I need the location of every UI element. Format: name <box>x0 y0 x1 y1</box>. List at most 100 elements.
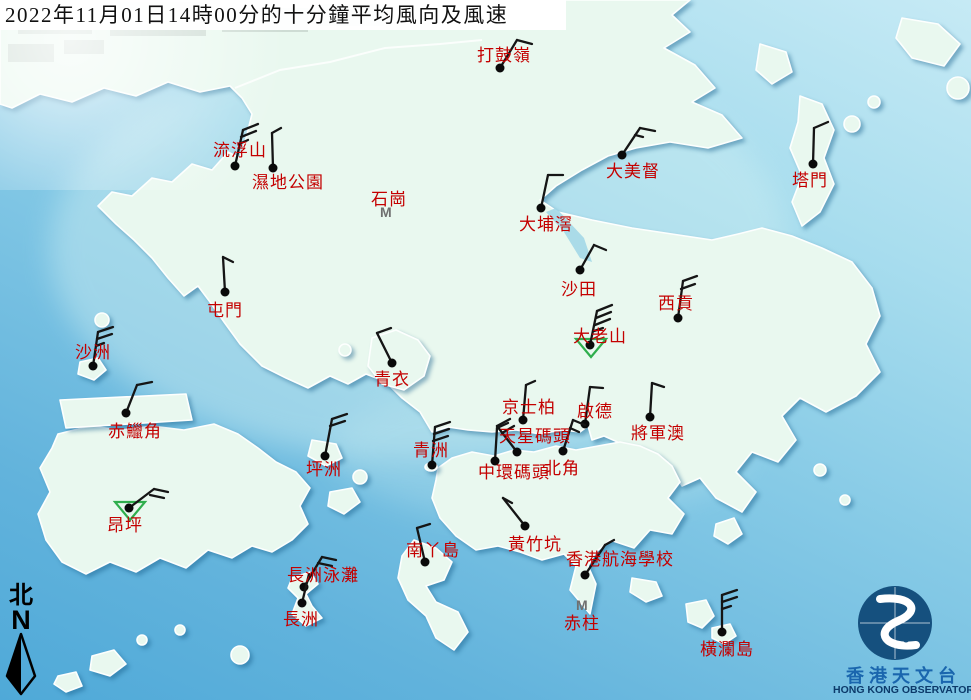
wind-barb-tick <box>332 414 347 419</box>
station-dot <box>298 599 307 608</box>
station-dot <box>581 571 590 580</box>
wind-barb-tick <box>526 381 535 385</box>
wind-barb-tick <box>590 387 603 388</box>
wind-barb-staff <box>622 128 640 155</box>
station-dot <box>428 461 437 470</box>
wind-barb-tick <box>435 422 450 427</box>
title-bar: 2022年11月01日14時00分的十分鐘平均風向及風速 <box>0 0 566 30</box>
station-label: 赤鱲角 <box>108 423 162 440</box>
station-label: 濕地公園 <box>252 174 324 191</box>
wind-stations-layer <box>0 0 971 700</box>
wind-barb-tick <box>434 429 449 434</box>
wind-barb-staff <box>272 133 273 168</box>
wind-barb-tick <box>605 540 614 545</box>
wind-barb-tick <box>594 245 606 250</box>
wind-barb-tick <box>223 257 233 262</box>
wind-map-canvas: 流浮山濕地公園 打鼓嶺大美督塔門大埔滘 M 石崗沙田西貢大老山 屯門沙洲赤鱲角 青衣青洲坪… <box>0 0 971 700</box>
station-label: 長洲泳灘 <box>287 567 359 584</box>
wind-barb-tick <box>517 40 532 44</box>
wind-barb-tick <box>150 495 164 498</box>
station-dot <box>718 628 727 637</box>
wind-barb-tick <box>154 489 168 492</box>
north-arrow-icon <box>4 632 38 696</box>
wind-barb-tick <box>595 319 610 325</box>
station-dot <box>674 314 683 323</box>
compass-n-letter: N <box>4 608 38 632</box>
wind-barb-tick <box>243 124 258 130</box>
wind-barb-tick <box>272 128 281 133</box>
station-label: 流浮山 <box>213 142 267 159</box>
wind-barb-staff <box>126 385 137 413</box>
wind-barb-staff <box>813 128 814 164</box>
station-label: 香港航海學校 <box>566 551 674 568</box>
station-dot <box>269 164 278 173</box>
station-label: 西貢 <box>658 295 694 312</box>
wind-barb-tick <box>98 327 113 332</box>
wind-barb-staff <box>503 498 525 526</box>
station-dot <box>618 151 627 160</box>
wind-barb-tick <box>570 428 579 432</box>
missing-data-marker: M <box>576 598 588 612</box>
wind-barb-tick <box>814 122 828 128</box>
station-dot <box>122 409 131 418</box>
station-label: 沙田 <box>561 281 597 298</box>
wind-barb-tick <box>597 305 612 311</box>
station-label: 沙洲 <box>75 344 111 361</box>
station-label: 大老山 <box>573 328 627 345</box>
station-dot <box>513 448 522 457</box>
wind-barb-staff <box>495 428 497 461</box>
wind-barb-tick <box>683 276 697 281</box>
station-label: 北角 <box>544 460 580 477</box>
station-label: 京士柏 <box>502 399 556 416</box>
station-label: 黃竹坑 <box>508 536 562 553</box>
wind-barb-tick <box>417 524 430 528</box>
station-dot <box>646 413 655 422</box>
station-dot <box>809 160 818 169</box>
station-label: 天星碼頭 <box>499 428 571 445</box>
wind-barb-tick <box>640 128 655 131</box>
station-dot <box>125 504 134 513</box>
logo-english-name: HONG KONG OBSERVATORY <box>833 684 971 696</box>
wind-barb-tick <box>722 597 737 602</box>
station-label: 將軍澳 <box>631 425 685 442</box>
station-dot <box>576 266 585 275</box>
station-dot <box>388 359 397 368</box>
station-label: 長洲 <box>283 611 319 628</box>
wind-barb-tick <box>97 334 112 339</box>
compass: 北 N <box>4 584 38 700</box>
station-label: 啟德 <box>577 403 613 420</box>
wind-barb-tick <box>137 382 152 385</box>
wind-barb-tick <box>322 557 336 560</box>
station-dot <box>559 447 568 456</box>
wind-barb-tick <box>596 312 611 318</box>
wind-barb-staff <box>223 257 225 292</box>
station-label: 南丫島 <box>406 542 460 559</box>
station-label: 青衣 <box>374 371 410 388</box>
wind-barb-tick <box>635 135 643 137</box>
station-label: 大埔滘 <box>519 216 573 233</box>
station-label: 塔門 <box>792 172 828 189</box>
wind-barb-tick <box>377 328 391 333</box>
station-dot <box>89 362 98 371</box>
station-dot <box>537 204 546 213</box>
station-dot <box>221 288 230 297</box>
station-label: 坪洲 <box>306 461 342 478</box>
station-label: 昂坪 <box>107 517 143 534</box>
wind-barb-staff <box>541 175 548 208</box>
station-dot <box>231 162 240 171</box>
hko-logo-icon <box>836 582 971 662</box>
map-title: 2022年11月01日14時00分的十分鐘平均風向及風速 <box>5 3 508 27</box>
wind-barb-tick <box>722 590 737 595</box>
wind-barb-tick <box>722 606 731 609</box>
station-label: 赤柱 <box>564 615 600 632</box>
station-label: 青洲 <box>413 442 449 459</box>
station-label: 打鼓嶺 <box>477 47 531 64</box>
station-label: 屯門 <box>207 302 243 319</box>
wind-barb-staff <box>650 383 652 417</box>
station-label: 石崗 <box>371 191 407 208</box>
wind-barb-tick <box>652 383 664 387</box>
station-dot <box>521 522 530 531</box>
station-label: 橫瀾島 <box>700 641 754 658</box>
wind-barb-staff <box>377 333 392 363</box>
station-label: 大美督 <box>606 163 660 180</box>
